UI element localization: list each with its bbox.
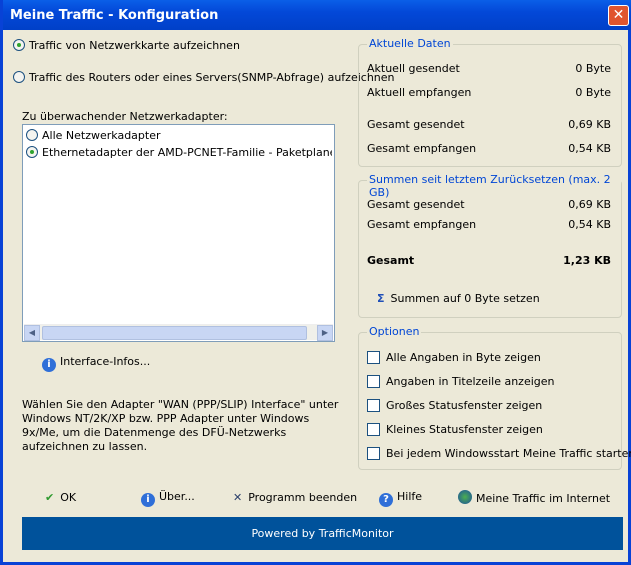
sums-group: Summen seit letztem Zurücksetzen (max. 2… xyxy=(358,173,622,318)
x-icon: ✕ xyxy=(233,491,243,504)
ok-button[interactable]: ✔ OK xyxy=(45,491,76,504)
reset-sums-button[interactable]: Σ Summen auf 0 Byte setzen xyxy=(377,292,540,305)
reset-label: Summen auf 0 Byte setzen xyxy=(390,292,540,305)
radio-label: Traffic des Routers oder eines Servers(S… xyxy=(29,71,395,84)
title-bar: Meine Traffic - Konfiguration ✕ xyxy=(3,0,631,30)
radio-router-snmp[interactable]: Traffic des Routers oder eines Servers(S… xyxy=(13,71,395,84)
adapter-item-all[interactable]: Alle Netzwerkadapter xyxy=(26,129,161,142)
button-label: Hilfe xyxy=(397,490,423,503)
option-bytes[interactable]: Alle Angaben in Byte zeigen xyxy=(367,351,541,364)
checkbox[interactable] xyxy=(367,375,380,388)
sigma-icon: Σ xyxy=(377,292,385,305)
radio-icon xyxy=(26,129,38,141)
sums-total-row: Gesamt 1,23 KB xyxy=(367,254,611,267)
horizontal-scrollbar[interactable]: ◀ ▶ xyxy=(24,324,333,341)
radio-label: Traffic von Netzwerkkarte aufzeichnen xyxy=(29,39,240,52)
row-label: Gesamt gesendet xyxy=(367,118,465,131)
radio-icon xyxy=(13,71,25,83)
option-label: Angaben in Titelzeile anzeigen xyxy=(386,375,555,388)
checkbox[interactable] xyxy=(367,447,380,460)
row-value: 0,69 KB xyxy=(568,198,611,211)
row-value: 0 Byte xyxy=(575,62,611,75)
row-value: 0,54 KB xyxy=(568,218,611,231)
group-legend: Summen seit letztem Zurücksetzen (max. 2… xyxy=(367,173,621,199)
option-label: Bei jedem Windowsstart Meine Traffic sta… xyxy=(386,447,631,460)
config-window: Meine Traffic - Konfiguration ✕ Traffic … xyxy=(0,0,631,565)
adapter-list: Alle Netzwerkadapter Ethernetadapter der… xyxy=(22,124,335,342)
radio-network-card[interactable]: Traffic von Netzwerkkarte aufzeichnen xyxy=(13,39,240,52)
button-label: Programm beenden xyxy=(248,491,358,504)
group-legend: Optionen xyxy=(367,325,422,338)
option-autostart[interactable]: Bei jedem Windowsstart Meine Traffic sta… xyxy=(367,447,631,460)
current-received-row: Aktuell empfangen 0 Byte xyxy=(367,86,611,99)
row-label: Gesamt xyxy=(367,254,415,267)
adapter-item-amd-pcnet[interactable]: Ethernetadapter der AMD-PCNET-Familie - … xyxy=(26,146,332,159)
adapter-hint: Wählen Sie den Adapter "WAN (PPP/SLIP) I… xyxy=(22,398,339,453)
checkbox[interactable] xyxy=(367,351,380,364)
checkbox[interactable] xyxy=(367,423,380,436)
row-label: Aktuell gesendet xyxy=(367,62,460,75)
adapter-item-label: Ethernetadapter der AMD-PCNET-Familie - … xyxy=(42,146,332,159)
info-icon: i xyxy=(42,358,56,372)
option-small-status[interactable]: Kleines Statusfenster zeigen xyxy=(367,423,543,436)
row-label: Gesamt empfangen xyxy=(367,142,477,155)
check-icon: ✔ xyxy=(45,491,55,504)
current-data-group: Aktuelle Daten Aktuell gesendet 0 Byte Ak… xyxy=(358,37,622,167)
button-label: Meine Traffic im Internet xyxy=(476,492,611,505)
row-label: Gesamt empfangen xyxy=(367,218,477,231)
help-button[interactable]: ? Hilfe xyxy=(379,490,422,507)
sums-received-row: Gesamt empfangen 0,54 KB xyxy=(367,218,611,231)
row-label: Aktuell empfangen xyxy=(367,86,472,99)
help-icon: ? xyxy=(379,493,393,507)
close-button[interactable]: ✕ xyxy=(608,5,629,26)
adapter-label: Zu überwachender Netzwerkadapter: xyxy=(22,110,228,123)
radio-icon xyxy=(13,39,25,51)
options-group: Optionen Alle Angaben in Byte zeigen Ang… xyxy=(358,325,631,470)
interface-info-button[interactable]: i Interface-Infos... xyxy=(42,355,150,372)
globe-icon xyxy=(458,490,472,504)
row-label: Gesamt gesendet xyxy=(367,198,465,211)
total-received-row: Gesamt empfangen 0,54 KB xyxy=(367,142,611,155)
info-icon: i xyxy=(141,493,155,507)
adapter-item-label: Alle Netzwerkadapter xyxy=(42,129,161,142)
sums-sent-row: Gesamt gesendet 0,69 KB xyxy=(367,198,611,211)
row-value: 0,69 KB xyxy=(568,118,611,131)
option-label: Alle Angaben in Byte zeigen xyxy=(386,351,541,364)
radio-icon xyxy=(26,146,38,158)
group-legend: Aktuelle Daten xyxy=(367,37,453,50)
row-value: 0 Byte xyxy=(575,86,611,99)
scroll-left-button[interactable]: ◀ xyxy=(24,325,40,341)
button-label: OK xyxy=(60,491,77,504)
current-sent-row: Aktuell gesendet 0 Byte xyxy=(367,62,611,75)
about-button[interactable]: i Über... xyxy=(141,490,195,507)
checkbox[interactable] xyxy=(367,399,380,412)
option-label: Kleines Statusfenster zeigen xyxy=(386,423,543,436)
scroll-right-button[interactable]: ▶ xyxy=(317,325,333,341)
scroll-thumb[interactable] xyxy=(42,326,307,340)
row-value: 1,23 KB xyxy=(563,254,611,267)
window-title: Meine Traffic - Konfiguration xyxy=(10,8,219,23)
total-sent-row: Gesamt gesendet 0,69 KB xyxy=(367,118,611,131)
option-titlebar[interactable]: Angaben in Titelzeile anzeigen xyxy=(367,375,555,388)
interface-info-label: Interface-Infos... xyxy=(60,355,151,368)
row-value: 0,54 KB xyxy=(568,142,611,155)
option-large-status[interactable]: Großes Statusfenster zeigen xyxy=(367,399,542,412)
footer-banner: Powered by TrafficMonitor xyxy=(22,517,623,550)
button-label: Über... xyxy=(159,490,195,503)
option-label: Großes Statusfenster zeigen xyxy=(386,399,543,412)
website-button[interactable]: Meine Traffic im Internet xyxy=(458,490,610,505)
exit-button[interactable]: ✕ Programm beenden xyxy=(233,491,357,504)
